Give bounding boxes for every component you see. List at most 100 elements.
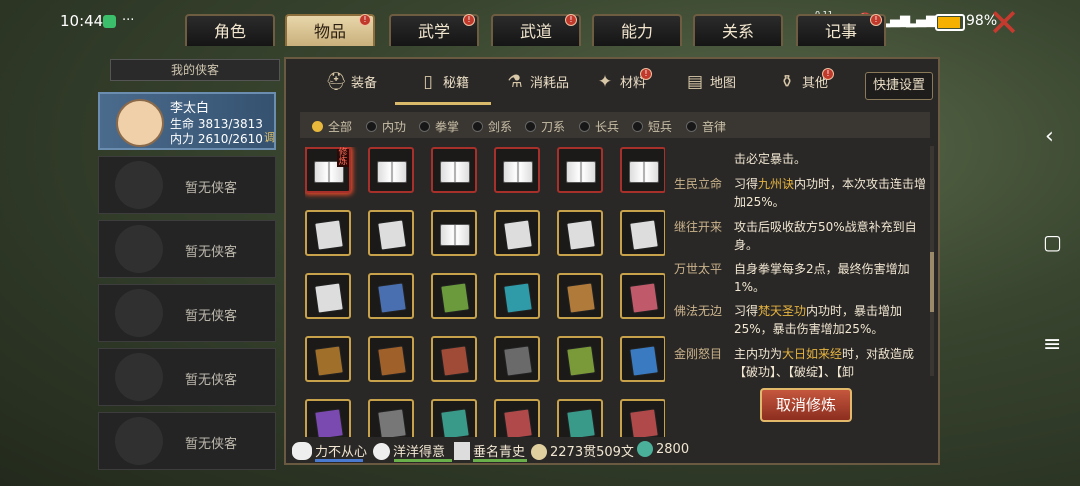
subtab-other[interactable]: ⚱ 其他! <box>776 62 835 102</box>
book-icon <box>440 408 470 437</box>
manual-slot[interactable] <box>494 336 540 382</box>
filter-short-weapon[interactable]: 短兵 <box>632 118 672 135</box>
manual-slot[interactable] <box>494 273 540 319</box>
alert-badge: ! <box>640 68 653 80</box>
subtab-manuals[interactable]: ▯ 秘籍 <box>395 62 492 105</box>
manual-slot[interactable] <box>494 399 540 437</box>
alert-badge: ! <box>359 14 371 26</box>
character-name: 李太白 <box>170 101 210 116</box>
silhouette-icon <box>115 353 163 401</box>
manual-slot[interactable] <box>305 273 351 319</box>
scrollbar-thumb[interactable] <box>930 252 934 312</box>
manual-slot[interactable] <box>431 147 477 193</box>
material-icon: ✦ <box>597 72 613 92</box>
book-icon <box>503 219 533 251</box>
radio-icon <box>686 121 697 132</box>
tab-character[interactable]: 角色 <box>185 14 275 46</box>
manual-slot[interactable] <box>431 336 477 382</box>
filter-blade[interactable]: 刀系 <box>525 118 565 135</box>
menu-nav-icon[interactable]: ≡ <box>1043 332 1061 357</box>
manual-slot[interactable] <box>368 399 414 437</box>
subtab-map[interactable]: ▤ 地图 <box>684 62 736 102</box>
filter-long-weapon[interactable]: 长兵 <box>579 118 619 135</box>
subtab-consumables[interactable]: ⚗ 消耗品 <box>504 62 569 102</box>
manual-slot[interactable] <box>368 147 414 193</box>
manual-slot[interactable] <box>494 147 540 193</box>
manual-slot[interactable] <box>620 399 665 437</box>
more-dots: ··· <box>122 13 135 28</box>
book-icon <box>503 345 533 377</box>
tab-items[interactable]: 物品! <box>285 14 375 46</box>
clock: 10:44 <box>60 12 104 30</box>
tab-ability[interactable]: 能力 <box>592 14 682 46</box>
battery-icon <box>935 14 965 31</box>
manual-slot[interactable] <box>557 210 603 256</box>
silhouette-icon <box>115 289 163 337</box>
jade-icon <box>637 441 653 457</box>
manual-slot[interactable] <box>431 273 477 319</box>
radio-icon <box>472 121 483 132</box>
manual-slot[interactable] <box>620 273 665 319</box>
status-weak[interactable]: 力不从心 <box>292 441 367 462</box>
book-icon <box>629 282 659 314</box>
manual-slot[interactable] <box>620 210 665 256</box>
alert-badge: ! <box>565 14 577 26</box>
manual-slot[interactable] <box>431 399 477 437</box>
radio-icon <box>632 121 643 132</box>
status-proud[interactable]: 洋洋得意 <box>373 441 452 462</box>
manual-slot[interactable] <box>620 336 665 382</box>
manual-slot[interactable] <box>620 147 665 193</box>
filter-all[interactable]: 全部 <box>312 118 352 135</box>
empty-hero-slot[interactable]: 暂无侠客 <box>98 284 276 342</box>
tune-label[interactable]: 调 <box>264 129 275 145</box>
manual-slot[interactable] <box>305 210 351 256</box>
subtab-equipment[interactable]: ⛑ 装备 <box>325 62 377 102</box>
filter-fist[interactable]: 拳掌 <box>419 118 459 135</box>
manual-slot[interactable] <box>368 210 414 256</box>
manual-slot[interactable] <box>368 336 414 382</box>
book-icon <box>377 345 407 377</box>
back-nav-icon[interactable]: ‹ <box>1045 124 1054 149</box>
money-display: 2273贯509文 <box>531 441 634 460</box>
character-card[interactable]: 李太白 生命 3813/3813 内力 2610/2610 调 <box>98 92 276 150</box>
filter-music[interactable]: 音律 <box>686 118 726 135</box>
close-icon[interactable]: ✕ <box>986 4 1022 42</box>
empty-hero-slot[interactable]: 暂无侠客 <box>98 220 276 278</box>
filter-inner-art[interactable]: 内功 <box>366 118 406 135</box>
home-nav-icon[interactable]: ▢ <box>1043 230 1062 254</box>
empty-hero-slot[interactable]: 暂无侠客 <box>98 412 276 470</box>
subtab-materials[interactable]: ✦ 材料! <box>594 62 653 102</box>
tab-martial-way[interactable]: 武道! <box>491 14 581 46</box>
book-icon <box>314 345 344 377</box>
tab-martial-arts[interactable]: 武学! <box>389 14 479 46</box>
manual-slot[interactable] <box>494 210 540 256</box>
manual-slot[interactable]: 修炼 <box>305 147 351 193</box>
book-icon <box>566 345 596 377</box>
manual-slot[interactable] <box>305 399 351 437</box>
cancel-cultivation-button[interactable]: 取消修炼 <box>760 388 852 422</box>
quick-settings-button[interactable]: 快捷设置 <box>865 72 933 100</box>
other-icon: ⚱ <box>779 72 795 92</box>
empty-hero-slot[interactable]: 暂无侠客 <box>98 156 276 214</box>
status-fame[interactable]: 垂名青史 <box>454 441 527 462</box>
manual-slot[interactable] <box>557 147 603 193</box>
book-icon <box>314 282 344 314</box>
book-icon <box>503 282 533 314</box>
manual-slot[interactable] <box>305 336 351 382</box>
filter-sword[interactable]: 剑系 <box>472 118 512 135</box>
manual-slot[interactable] <box>557 273 603 319</box>
radio-icon <box>312 121 323 132</box>
tab-journal[interactable]: 记事! <box>796 14 886 46</box>
manual-slot[interactable] <box>368 273 414 319</box>
book-icon <box>440 282 470 314</box>
tab-relations[interactable]: 关系 <box>693 14 783 46</box>
empty-hero-slot[interactable]: 暂无侠客 <box>98 348 276 406</box>
jade-display: 2800 <box>637 441 689 457</box>
manual-slot[interactable] <box>431 210 477 256</box>
silhouette-icon <box>115 225 163 273</box>
manual-slot[interactable] <box>557 336 603 382</box>
cultivating-tag: 修炼 <box>337 148 349 167</box>
book-icon <box>440 345 470 377</box>
manual-slot[interactable] <box>557 399 603 437</box>
scroll-fame-icon <box>454 442 470 460</box>
